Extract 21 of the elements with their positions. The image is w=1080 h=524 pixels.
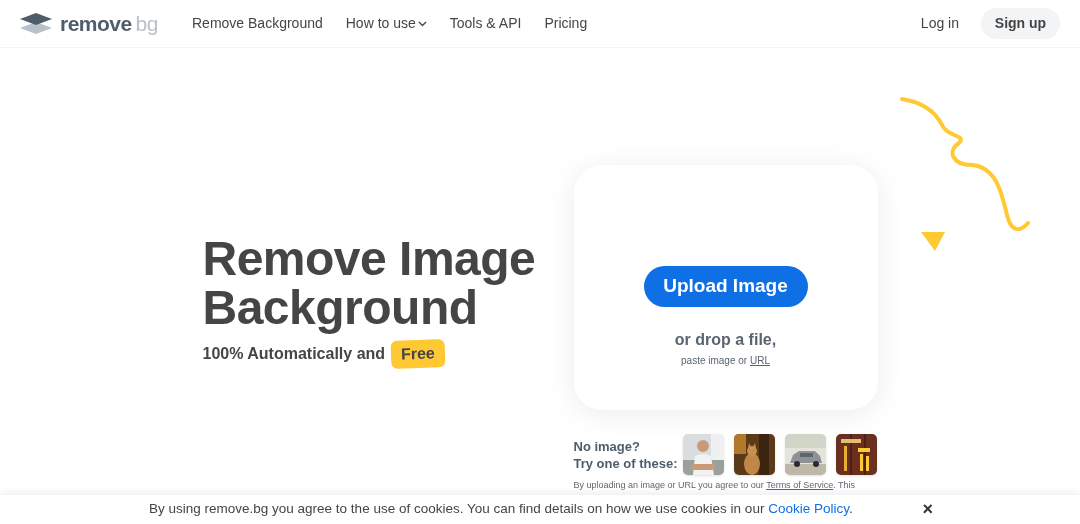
- nav-link[interactable]: Remove Background: [192, 13, 323, 34]
- cookie-policy-link[interactable]: Cookie Policy: [768, 501, 849, 517]
- nav-link[interactable]: Tools & API: [449, 13, 522, 34]
- free-badge: Free: [390, 339, 446, 369]
- drop-text: or drop a file,: [674, 330, 777, 350]
- logo-icon: [20, 12, 52, 35]
- nav-link[interactable]: How to use: [345, 13, 427, 34]
- headline: Remove Image Background: [202, 234, 537, 332]
- url-link[interactable]: URL: [749, 355, 770, 366]
- nav-link[interactable]: Pricing: [544, 13, 588, 34]
- logo-text[interactable]: remove: [60, 12, 132, 35]
- disclaimer-text: By uploading an image or URL you agree to our Terms of Service. This: [573, 480, 856, 491]
- sample-prompt: No image?: [573, 437, 641, 455]
- upload-button[interactable]: Upload Image: [643, 266, 808, 307]
- paste-text: paste image or URL: [681, 354, 770, 368]
- close-button[interactable]: ×: [922, 496, 933, 523]
- login-link[interactable]: Log in: [920, 13, 959, 34]
- subtitle: 100% Automatically and: [202, 344, 386, 364]
- cookie-notice: By using remove.bg you agree to the use of cookies. You can find details on how we use cookies in our Cookie Policy.: [149, 500, 853, 519]
- signup-button[interactable]: Sign up: [981, 8, 1060, 39]
- sample-prompt: Try one of these:: [573, 454, 679, 472]
